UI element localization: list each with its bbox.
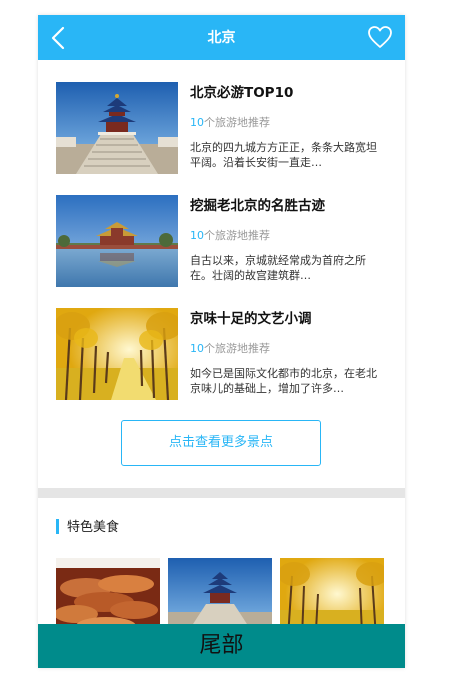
page-footer: 尾部 — [38, 624, 405, 668]
food-section-title-text: 特色美食 — [67, 520, 120, 535]
attraction-count: 10个旅游地推荐 — [190, 342, 386, 356]
attraction-count-number: 10 — [190, 229, 204, 242]
attraction-desc: 自古以来，京城就经常成为首府之所在。壮阔的故宫建筑群… — [190, 254, 366, 282]
attraction-count: 10个旅游地推荐 — [190, 229, 386, 243]
phone-page: 北京 北京必游TOP10 10个旅游地推荐 北京的四九城方方正正，条条大路宽坦平… — [38, 15, 405, 668]
attraction-info: 京味十足的文艺小调 10个旅游地推荐 如今已是国际文化都市的北京，在老北京味儿的… — [190, 308, 386, 396]
attraction-desc: 如今已是国际文化都市的北京，在老北京味儿的基础上，增加了许多… — [190, 367, 377, 395]
ginkgo-avenue-photo — [56, 308, 178, 400]
attraction-item[interactable]: 挖掘老北京的名胜古迹 10个旅游地推荐 自古以来，京城就经常成为首府之所在。壮阔… — [56, 195, 386, 308]
attraction-count-text: 个旅游地推荐 — [204, 229, 270, 242]
attraction-info: 北京必游TOP10 10个旅游地推荐 北京的四九城方方正正，条条大路宽坦平阔。沿… — [190, 82, 386, 170]
attraction-count-number: 10 — [190, 116, 204, 129]
temple-of-heaven-photo — [56, 82, 178, 174]
app-header: 北京 — [38, 15, 405, 60]
attraction-list: 北京必游TOP10 10个旅游地推荐 北京的四九城方方正正，条条大路宽坦平阔。沿… — [56, 82, 386, 421]
section-accent-bar — [56, 519, 59, 534]
view-more-attractions-button[interactable]: 点击查看更多景点 — [121, 420, 321, 466]
attraction-title: 京味十足的文艺小调 — [190, 311, 312, 327]
attraction-title: 北京必游TOP10 — [190, 85, 294, 101]
page-title: 北京 — [207, 30, 236, 46]
attraction-item[interactable]: 京味十足的文艺小调 10个旅游地推荐 如今已是国际文化都市的北京，在老北京味儿的… — [56, 308, 386, 421]
attraction-item[interactable]: 北京必游TOP10 10个旅游地推荐 北京的四九城方方正正，条条大路宽坦平阔。沿… — [56, 82, 386, 195]
section-divider — [38, 488, 405, 498]
attraction-desc: 北京的四九城方方正正，条条大路宽坦平阔。沿着长安街一直走… — [190, 141, 377, 169]
attraction-count-text: 个旅游地推荐 — [204, 116, 270, 129]
attraction-count-text: 个旅游地推荐 — [204, 342, 270, 355]
attraction-info: 挖掘老北京的名胜古迹 10个旅游地推荐 自古以来，京城就经常成为首府之所在。壮阔… — [190, 195, 386, 283]
forbidden-city-moat-photo — [56, 195, 178, 287]
food-section-title: 特色美食 — [56, 519, 119, 535]
heart-icon[interactable] — [367, 24, 393, 50]
attraction-count: 10个旅游地推荐 — [190, 116, 386, 130]
attraction-title: 挖掘老北京的名胜古迹 — [190, 198, 325, 214]
attraction-count-number: 10 — [190, 342, 204, 355]
